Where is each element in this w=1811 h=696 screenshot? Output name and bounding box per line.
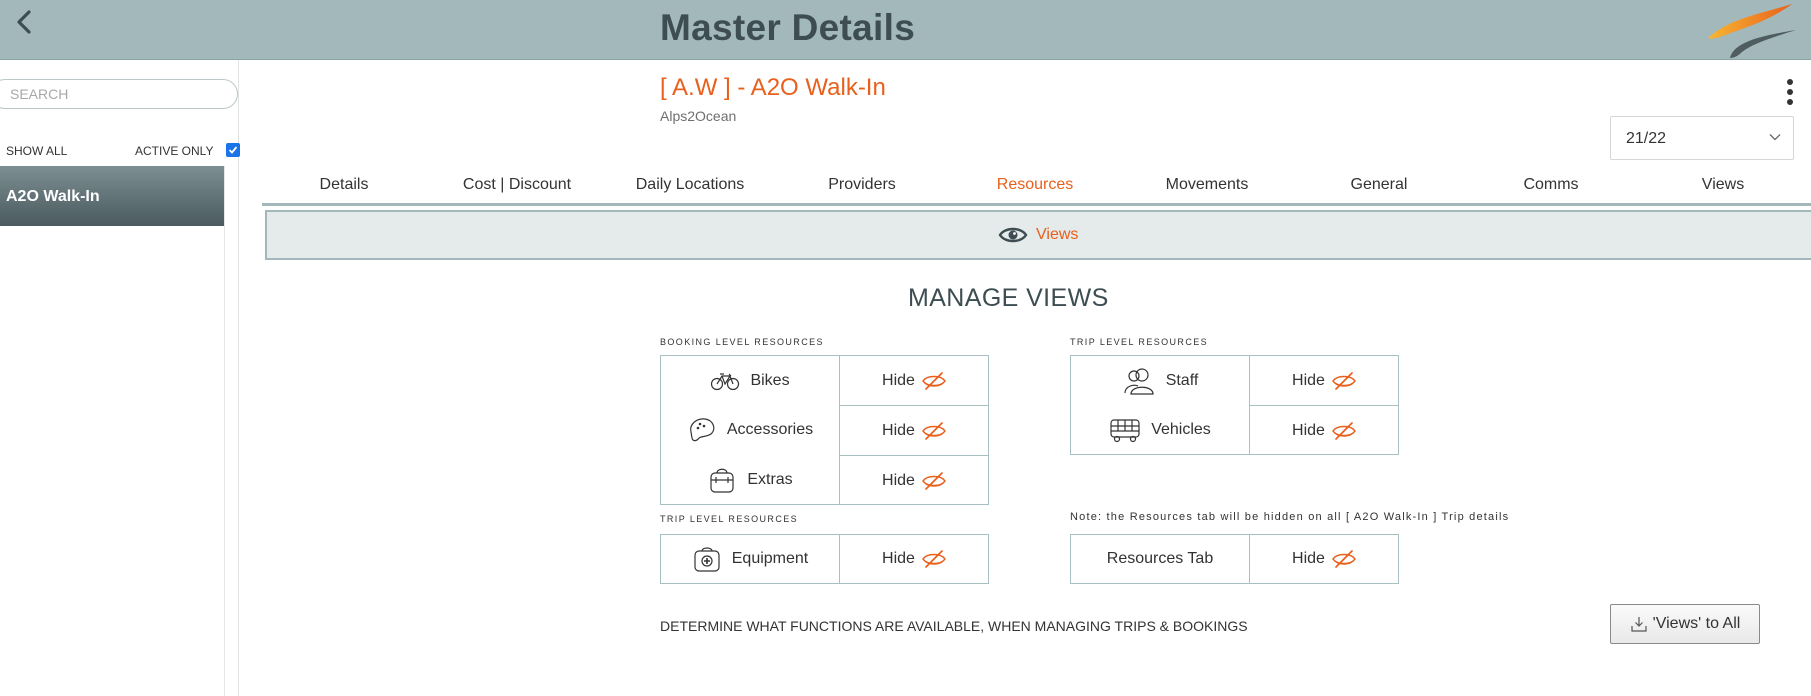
resource-row-resources-tab: Resources Tab Hide (1071, 535, 1398, 583)
filter-row: SHOW ALL ACTIVE ONLY (6, 143, 240, 162)
tab-cost-discount[interactable]: Cost | Discount (463, 176, 571, 194)
trip-level-table-left: Equipment Hide (660, 534, 989, 584)
eye-icon (998, 227, 1028, 243)
hide-extras-button[interactable]: Hide (839, 455, 989, 505)
hide-vehicles-button[interactable]: Hide (1249, 405, 1399, 455)
hide-staff-button[interactable]: Hide (1249, 356, 1399, 405)
resource-row-accessories: Accessories Hide (661, 405, 989, 455)
eye-slash-icon (1332, 421, 1356, 440)
active-only-filter[interactable]: ACTIVE ONLY (135, 144, 213, 158)
resources-tab-note: Note: the Resources tab will be hidden o… (1070, 511, 1510, 523)
apply-views-to-all-button[interactable]: 'Views' to All (1610, 604, 1760, 644)
trip-level-table-right: Staff Hide Vehicles Hide (1070, 355, 1399, 455)
search-input[interactable] (0, 79, 238, 109)
hide-accessories-button[interactable]: Hide (839, 405, 989, 455)
resource-name: Staff (1165, 371, 1199, 389)
booking-level-label: BOOKING LEVEL RESOURCES (660, 337, 824, 347)
dot-icon (1787, 79, 1793, 85)
active-only-checkbox[interactable] (226, 143, 240, 157)
resource-row-vehicles: Vehicles Hide (1071, 405, 1399, 455)
resource-row-extras: Extras Hide (661, 455, 989, 505)
bike-icon (711, 372, 740, 390)
tab-general[interactable]: General (1351, 176, 1408, 194)
manage-views-description: DETERMINE WHAT FUNCTIONS ARE AVAILABLE, … (660, 618, 1248, 634)
resources-tab-table: Resources Tab Hide (1070, 534, 1399, 584)
back-button[interactable] (8, 6, 40, 38)
eye-slash-icon (922, 371, 946, 390)
dot-icon (1787, 99, 1793, 105)
resource-name: Extras (747, 471, 793, 488)
resource-name: Bikes (750, 371, 790, 389)
download-icon (1631, 617, 1647, 632)
resource-row-staff: Staff Hide (1071, 356, 1398, 405)
hide-equipment-button[interactable]: Hide (839, 535, 989, 583)
eye-slash-icon (922, 421, 946, 440)
tab-daily-locations[interactable]: Daily Locations (636, 176, 745, 194)
show-all-filter[interactable]: SHOW ALL (6, 144, 67, 158)
apply-views-label: 'Views' to All (1652, 615, 1741, 632)
helmet-icon (689, 418, 715, 442)
first-aid-icon (694, 547, 720, 572)
chevron-left-icon (17, 10, 31, 34)
eye-slash-icon (922, 471, 946, 490)
dot-icon (1787, 89, 1793, 95)
sidebar-item-label: A2O Walk-In (6, 188, 100, 205)
more-options-button[interactable] (1780, 76, 1800, 108)
season-value: 21/22 (1626, 130, 1667, 147)
tab-details[interactable]: Details (320, 176, 369, 194)
tab-providers[interactable]: Providers (828, 176, 896, 194)
trip-level-label-right: TRIP LEVEL RESOURCES (1070, 337, 1209, 347)
tab-movements[interactable]: Movements (1166, 176, 1249, 194)
season-select[interactable]: 21/22 (1610, 116, 1794, 160)
hide-resources-tab-button[interactable]: Hide (1249, 535, 1399, 583)
users-icon (1124, 367, 1154, 395)
trip-subtitle: Alps2Ocean (660, 108, 737, 124)
sidebar: SHOW ALL ACTIVE ONLY A2O Walk-In (0, 60, 240, 696)
resource-name: Resources Tab (1106, 550, 1214, 567)
tab-comms[interactable]: Comms (1523, 176, 1578, 194)
checkmark-icon (228, 146, 238, 154)
resource-name: Vehicles (1151, 421, 1211, 438)
trip-title: [ A.W ] - A2O Walk-In (660, 74, 886, 101)
sidebar-item-a2o-walk-in[interactable]: A2O Walk-In (0, 166, 224, 226)
bag-icon (710, 468, 734, 493)
bus-icon (1110, 419, 1140, 443)
manage-views-title: MANAGE VIEWS (908, 284, 1109, 312)
eye-slash-icon (1332, 550, 1356, 568)
eye-slash-icon (1332, 371, 1356, 390)
views-section-label: Views (1036, 226, 1079, 243)
trip-level-label-left: TRIP LEVEL RESOURCES (660, 514, 799, 524)
header-bar: Master Details (0, 0, 1811, 60)
company-logo (1708, 4, 1796, 58)
booking-level-table: Bikes Hide Accessories Hide Extras Hide (660, 355, 989, 505)
tab-bar: Details Cost | Discount Daily Locations … (262, 168, 1811, 206)
eye-slash-icon (922, 550, 946, 568)
chevron-down-icon (1769, 134, 1781, 141)
hide-bikes-button[interactable]: Hide (839, 356, 989, 405)
sidebar-scrollbar[interactable] (224, 166, 239, 696)
views-section-bar: Views (265, 210, 1811, 260)
resource-name: Accessories (726, 421, 814, 438)
resource-row-bikes: Bikes Hide (661, 356, 988, 405)
resource-name: Equipment (731, 550, 809, 567)
tab-views[interactable]: Views (1702, 176, 1744, 194)
page-title: Master Details (660, 7, 916, 48)
tab-resources[interactable]: Resources (997, 176, 1073, 194)
resource-row-equipment: Equipment Hide (661, 535, 988, 583)
